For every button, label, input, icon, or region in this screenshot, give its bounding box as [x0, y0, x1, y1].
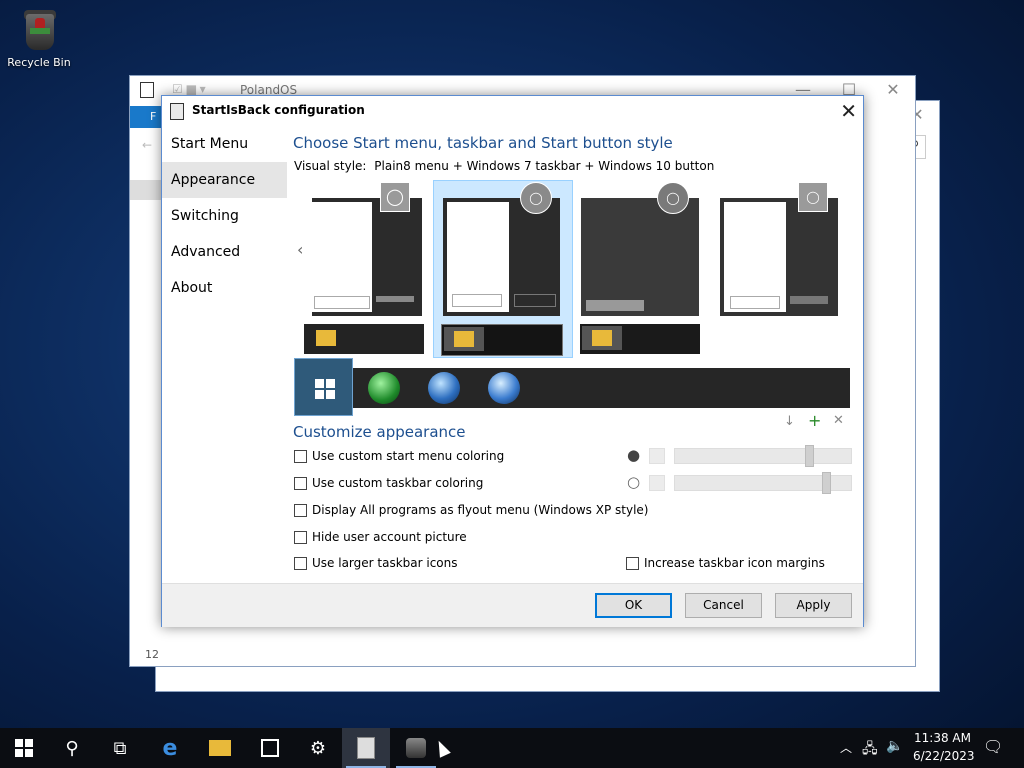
nav-item-start-menu[interactable]: Start Menu	[162, 126, 287, 162]
start-menu-opacity-slider[interactable]	[674, 445, 852, 467]
checkbox-box[interactable]	[294, 476, 307, 490]
nav-item-switching[interactable]: Switching	[162, 198, 287, 234]
customize-section-title: Customize appearance	[293, 423, 466, 441]
recycle-bin-icon	[20, 8, 58, 52]
custom-start-menu-coloring-checkbox[interactable]: Use custom start menu coloring	[294, 449, 504, 463]
style-thumb-1[interactable]: ◯	[312, 182, 424, 318]
dialog-footer: OK Cancel Apply	[162, 583, 863, 627]
previous-style-chevron-icon[interactable]: ‹	[297, 240, 303, 259]
status-item-count: 12	[145, 648, 159, 661]
checkbox-box[interactable]	[294, 503, 307, 517]
edge-icon[interactable]: e	[146, 728, 194, 768]
all-programs-flyout-checkbox[interactable]: Display All programs as flyout menu (Win…	[294, 503, 648, 517]
cancel-button[interactable]: Cancel	[685, 593, 762, 618]
taskbar-style-2-selected[interactable]	[441, 324, 563, 356]
windows-logo-icon	[315, 379, 335, 399]
sidebar-nav: Start Menu Appearance Switching Advanced…	[162, 126, 287, 306]
nav-item-appearance[interactable]: Appearance	[162, 162, 287, 198]
taskbar-style-1[interactable]	[304, 324, 424, 354]
ok-button[interactable]: OK	[595, 593, 672, 618]
visual-style-line: Visual style: Plain8 menu + Windows 7 ta…	[294, 159, 714, 173]
start-button[interactable]	[0, 728, 48, 768]
user-avatar-icon: ◯	[657, 182, 689, 214]
filled-drop-icon: ●	[627, 446, 641, 464]
recycle-bin-label: Recycle Bin	[7, 56, 71, 69]
folder-icon	[316, 330, 336, 346]
checkbox-box[interactable]	[294, 556, 307, 570]
increase-margins-checkbox[interactable]: Increase taskbar icon margins	[626, 556, 825, 570]
start-button-win10[interactable]	[294, 358, 353, 416]
nav-item-advanced[interactable]: Advanced	[162, 234, 287, 270]
recycle-bin-desktop-icon[interactable]: Recycle Bin	[6, 8, 72, 69]
visual-style-label: Visual style:	[294, 159, 367, 173]
dialog-title: StartIsBack configuration	[192, 103, 365, 117]
start-button-clover-orb[interactable]	[368, 372, 400, 404]
taskbar-style-3[interactable]	[580, 324, 700, 354]
checkbox-box[interactable]	[626, 556, 639, 570]
nav-item-about[interactable]: About	[162, 270, 287, 306]
start-button-win7-orb[interactable]	[428, 372, 460, 404]
app-icon	[140, 82, 154, 98]
taskbar: ⚲ ⧉ e ⚙ ︿ 🖧 🔈 11:38 AM 6/22/2023 🗨	[0, 728, 1024, 768]
nav-back-icon[interactable]: ←	[142, 138, 152, 152]
larger-taskbar-icons-checkbox[interactable]: Use larger taskbar icons	[294, 556, 458, 570]
custom-taskbar-coloring-checkbox[interactable]: Use custom taskbar coloring	[294, 476, 483, 490]
taskbar-opacity-slider[interactable]	[674, 472, 852, 494]
add-icon[interactable]: +	[808, 411, 821, 430]
close-icon[interactable]: ✕	[870, 76, 916, 104]
quick-access-icons: ☑ ▆ ▾	[172, 82, 206, 96]
nav-pane	[130, 180, 162, 200]
network-icon[interactable]: 🖧	[862, 738, 878, 762]
outline-drop-icon: ○	[627, 473, 641, 491]
ribbon-file-tab[interactable]: F	[130, 106, 164, 128]
show-hidden-icons-chevron-icon[interactable]: ︿	[840, 739, 852, 756]
checkbox-box[interactable]	[294, 449, 307, 463]
hide-user-picture-checkbox[interactable]: Hide user account picture	[294, 530, 467, 544]
windows-logo-icon	[15, 739, 33, 757]
start-button-vista-orb[interactable]	[488, 372, 520, 404]
dialog-title-bar: StartIsBack configuration ✕	[162, 96, 863, 126]
app-taskbar-icon[interactable]	[392, 728, 440, 768]
apply-button[interactable]: Apply	[775, 593, 852, 618]
user-avatar-icon: ◯	[798, 182, 828, 212]
slider-thumb[interactable]	[822, 472, 831, 494]
notifications-icon[interactable]: 🗨	[983, 737, 1003, 756]
start-button-styles	[294, 358, 850, 416]
store-icon[interactable]	[246, 728, 294, 768]
style-thumb-4[interactable]: ◯	[720, 182, 840, 318]
style-section-title: Choose Start menu, taskbar and Start but…	[293, 134, 673, 152]
user-avatar-icon: ◯	[520, 182, 552, 214]
folder-icon	[592, 330, 612, 346]
dialog-app-icon	[170, 103, 184, 120]
task-view-icon[interactable]: ⧉	[96, 728, 144, 768]
style-thumb-3[interactable]: ◯	[581, 182, 701, 318]
file-explorer-icon[interactable]	[196, 728, 244, 768]
start-menu-color-swatch[interactable]	[649, 448, 665, 464]
visual-style-value: Plain8 menu + Windows 7 taskbar + Window…	[374, 159, 715, 173]
user-avatar-icon: ◯	[380, 182, 410, 212]
folder-icon	[454, 331, 474, 347]
close-icon[interactable]: ✕	[840, 99, 857, 123]
clock-date[interactable]: 6/22/2023	[913, 749, 975, 763]
volume-icon[interactable]: 🔈	[886, 738, 903, 754]
download-icon[interactable]: ↓	[784, 414, 795, 429]
startisback-config-taskbar-icon[interactable]	[342, 728, 390, 768]
clock-time[interactable]: 11:38 AM	[914, 731, 971, 745]
settings-gear-icon[interactable]: ⚙	[294, 728, 342, 768]
startisback-dialog[interactable]: StartIsBack configuration ✕ Start Menu A…	[161, 95, 864, 627]
search-icon[interactable]: ⚲	[48, 728, 96, 768]
remove-icon[interactable]: ✕	[833, 413, 844, 428]
checkbox-box[interactable]	[294, 530, 307, 544]
taskbar-color-swatch[interactable]	[649, 475, 665, 491]
slider-thumb[interactable]	[805, 445, 814, 467]
